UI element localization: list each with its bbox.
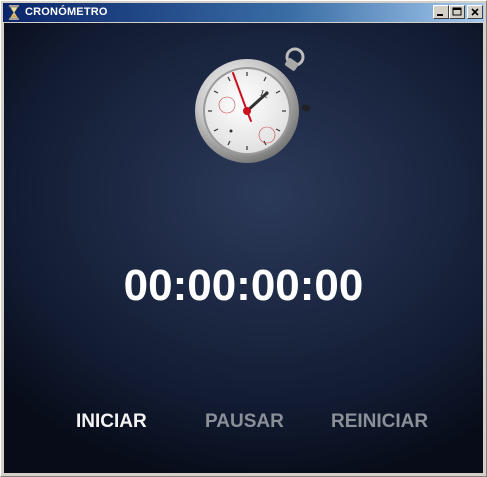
maximize-icon	[452, 7, 462, 16]
pause-button[interactable]: PAUSAR	[205, 411, 284, 433]
maximize-button[interactable]	[449, 5, 465, 19]
app-window: CRONÓMETRO 00:00:00:00 INICIAR PAUSAR RE…	[0, 0, 487, 477]
close-icon	[471, 8, 479, 16]
reset-button[interactable]: REINICIAR	[331, 411, 428, 433]
time-display: 00:00:00:00	[123, 261, 364, 310]
minimize-icon	[437, 14, 443, 16]
close-button[interactable]	[467, 5, 483, 19]
title-bar[interactable]: CRONÓMETRO	[3, 3, 484, 22]
window-title: CRONÓMETRO	[25, 6, 108, 18]
minimize-button[interactable]	[433, 5, 449, 19]
hourglass-icon	[8, 5, 20, 20]
start-button[interactable]: INICIAR	[76, 411, 147, 433]
stopwatch-icon: 12	[195, 47, 311, 163]
stopwatch-panel: 12 00:00:00:00 INICIAR PAUSAR REINICIAR	[4, 23, 483, 473]
